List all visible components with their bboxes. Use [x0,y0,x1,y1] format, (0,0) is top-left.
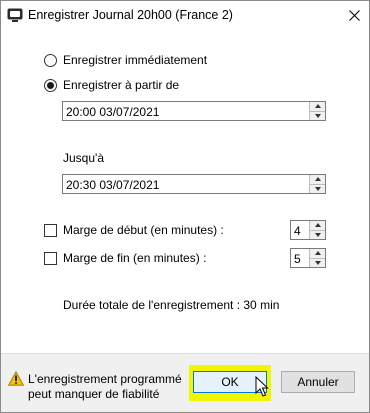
warning-line-2: peut manquer de fiabilité [28,387,160,401]
start-datetime-spinner[interactable] [309,102,325,120]
end-margin-down-button[interactable] [309,258,325,267]
record-now-radio[interactable] [44,53,57,67]
end-margin-spinner[interactable] [309,249,325,267]
start-margin-checkbox[interactable] [44,223,57,237]
tv-icon [7,8,23,22]
end-up-button[interactable] [309,175,325,185]
cancel-button[interactable]: Annuler [281,371,355,393]
start-margin-down-button[interactable] [309,230,325,239]
end-down-button[interactable] [309,184,325,193]
start-margin-spinner[interactable] [309,221,325,239]
dialog-window: Enregistrer Journal 20h00 (France 2) Enr… [0,0,370,413]
until-label: Jusqu'à [63,151,104,165]
window-title: Enregistrer Journal 20h00 (France 2) [28,8,233,22]
arrow-up-icon [314,223,321,228]
arrow-up-icon [314,177,321,182]
end-margin-field[interactable]: 5 [290,248,326,268]
end-margin-checkbox[interactable] [44,251,57,265]
end-margin-value[interactable]: 5 [294,252,301,266]
end-datetime-field[interactable]: 20:30 03/07/2021 [62,174,326,194]
end-margin-up-button[interactable] [309,249,325,259]
total-duration-text: Durée totale de l'enregistrement : 30 mi… [63,298,280,312]
warning-line-1: L'enregistrement programmé [28,372,182,386]
end-margin-label: Marge de fin (en minutes) : [63,251,207,265]
reliability-warning: L'enregistrement programmé peut manquer … [28,372,182,402]
start-datetime-value[interactable]: 20:00 03/07/2021 [66,105,159,119]
warning-icon [7,370,25,386]
start-down-button[interactable] [309,111,325,120]
start-margin-label: Marge de début (en minutes) : [63,223,224,237]
arrow-down-icon [314,260,321,265]
start-margin-field[interactable]: 4 [290,220,326,240]
start-margin-up-button[interactable] [309,221,325,231]
arrow-down-icon [314,186,321,191]
record-now-label: Enregistrer immédiatement [63,53,208,67]
end-datetime-spinner[interactable] [309,175,325,193]
title-bar: Enregistrer Journal 20h00 (France 2) [1,1,369,30]
record-from-radio[interactable] [44,78,57,92]
start-margin-option[interactable]: Marge de début (en minutes) : [44,221,224,239]
start-margin-value[interactable]: 4 [294,224,301,238]
start-datetime-field[interactable]: 20:00 03/07/2021 [62,101,326,121]
arrow-up-icon [314,251,321,256]
arrow-down-icon [314,232,321,237]
record-from-label: Enregistrer à partir de [63,78,180,92]
close-icon [348,9,360,21]
record-from-option[interactable]: Enregistrer à partir de [44,76,179,94]
close-button[interactable] [341,3,367,27]
end-datetime-value[interactable]: 20:30 03/07/2021 [66,178,159,192]
record-now-option[interactable]: Enregistrer immédiatement [44,51,207,69]
end-margin-option[interactable]: Marge de fin (en minutes) : [44,249,206,267]
start-up-button[interactable] [309,102,325,112]
arrow-down-icon [314,113,321,118]
mouse-cursor-icon [255,375,269,398]
arrow-up-icon [314,104,321,109]
